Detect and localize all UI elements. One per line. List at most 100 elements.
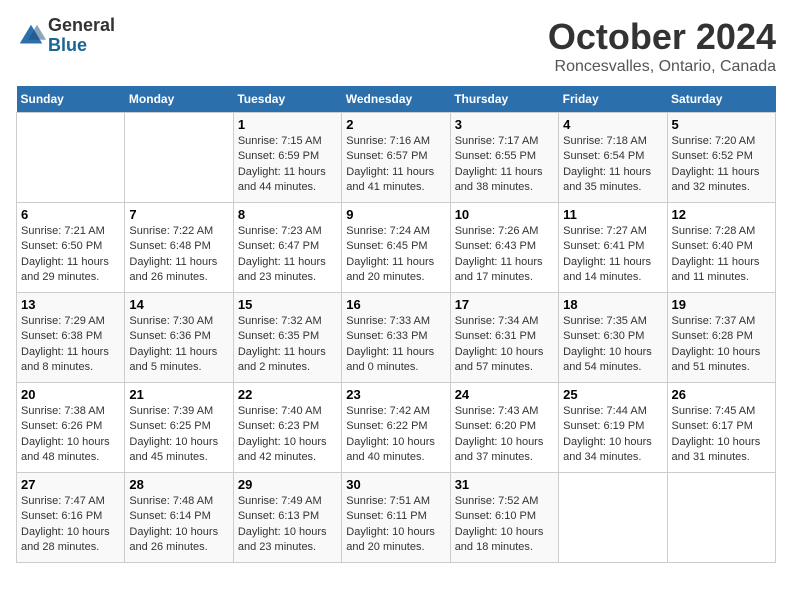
day-info: Sunrise: 7:48 AMSunset: 6:14 PMDaylight:… <box>129 494 228 556</box>
day-number: 28 <box>129 477 228 492</box>
day-info: Sunrise: 7:29 AMSunset: 6:38 PMDaylight:… <box>21 314 120 376</box>
logo-icon <box>16 21 46 51</box>
calendar-week-row: 6Sunrise: 7:21 AMSunset: 6:50 PMDaylight… <box>17 203 776 293</box>
day-info: Sunrise: 7:37 AMSunset: 6:28 PMDaylight:… <box>672 314 771 376</box>
weekday-header-saturday: Saturday <box>667 86 775 113</box>
day-number: 18 <box>563 297 662 312</box>
day-number: 21 <box>129 387 228 402</box>
day-number: 22 <box>238 387 337 402</box>
day-info: Sunrise: 7:51 AMSunset: 6:11 PMDaylight:… <box>346 494 445 556</box>
day-number: 30 <box>346 477 445 492</box>
day-info: Sunrise: 7:49 AMSunset: 6:13 PMDaylight:… <box>238 494 337 556</box>
calendar-cell: 10Sunrise: 7:26 AMSunset: 6:43 PMDayligh… <box>450 203 558 293</box>
day-number: 23 <box>346 387 445 402</box>
calendar-cell: 22 Sunrise: 7:40 AMSunset: 6:23 PMDayligh… <box>233 383 341 473</box>
day-info: Sunrise: 7:34 AMSunset: 6:31 PMDaylight:… <box>455 314 554 376</box>
weekday-header-friday: Friday <box>559 86 667 113</box>
day-info: Sunrise: 7:45 AMSunset: 6:17 PMDaylight:… <box>672 404 771 466</box>
day-info: Sunrise: 7:17 AMSunset: 6:55 PMDaylight:… <box>455 134 554 196</box>
calendar-week-row: 1 Sunrise: 7:15 AMSunset: 6:59 PMDaylight… <box>17 113 776 203</box>
calendar-cell: 11 Sunrise: 7:27 AMSunset: 6:41 PMDayligh… <box>559 203 667 293</box>
day-number: 13 <box>21 297 120 312</box>
day-number: 1 <box>238 117 337 132</box>
calendar-cell: 8Sunrise: 7:23 AMSunset: 6:47 PMDaylight… <box>233 203 341 293</box>
calendar-cell <box>17 113 125 203</box>
day-info: Sunrise: 7:30 AMSunset: 6:36 PMDaylight:… <box>129 314 228 376</box>
calendar-cell: 13 Sunrise: 7:29 AMSunset: 6:38 PMDayligh… <box>17 293 125 383</box>
calendar-cell: 26 Sunrise: 7:45 AMSunset: 6:17 PMDayligh… <box>667 383 775 473</box>
calendar-week-row: 20 Sunrise: 7:38 AMSunset: 6:26 PMDayligh… <box>17 383 776 473</box>
calendar-cell: 3 Sunrise: 7:17 AMSunset: 6:55 PMDaylight… <box>450 113 558 203</box>
calendar-cell: 29 Sunrise: 7:49 AMSunset: 6:13 PMDayligh… <box>233 473 341 563</box>
logo: General Blue <box>16 16 115 56</box>
day-number: 15 <box>238 297 337 312</box>
calendar-cell: 19 Sunrise: 7:37 AMSunset: 6:28 PMDayligh… <box>667 293 775 383</box>
day-number: 14 <box>129 297 228 312</box>
calendar-week-row: 13 Sunrise: 7:29 AMSunset: 6:38 PMDayligh… <box>17 293 776 383</box>
logo-blue-text: Blue <box>48 36 115 56</box>
calendar-table: SundayMondayTuesdayWednesdayThursdayFrid… <box>16 86 776 563</box>
calendar-cell: 4 Sunrise: 7:18 AMSunset: 6:54 PMDaylight… <box>559 113 667 203</box>
day-number: 4 <box>563 117 662 132</box>
calendar-cell: 2 Sunrise: 7:16 AMSunset: 6:57 PMDaylight… <box>342 113 450 203</box>
day-number: 17 <box>455 297 554 312</box>
calendar-cell: 17 Sunrise: 7:34 AMSunset: 6:31 PMDayligh… <box>450 293 558 383</box>
day-number: 27 <box>21 477 120 492</box>
day-number: 19 <box>672 297 771 312</box>
day-number: 16 <box>346 297 445 312</box>
calendar-cell <box>667 473 775 563</box>
calendar-week-row: 27 Sunrise: 7:47 AMSunset: 6:16 PMDayligh… <box>17 473 776 563</box>
day-info: Sunrise: 7:44 AMSunset: 6:19 PMDaylight:… <box>563 404 662 466</box>
day-info: Sunrise: 7:52 AMSunset: 6:10 PMDaylight:… <box>455 494 554 556</box>
day-info: Sunrise: 7:15 AMSunset: 6:59 PMDaylight:… <box>238 134 337 196</box>
day-info: Sunrise: 7:47 AMSunset: 6:16 PMDaylight:… <box>21 494 120 556</box>
day-info: Sunrise: 7:43 AMSunset: 6:20 PMDaylight:… <box>455 404 554 466</box>
logo-general-text: General <box>48 16 115 36</box>
calendar-location: Roncesvalles, Ontario, Canada <box>548 58 776 76</box>
day-number: 3 <box>455 117 554 132</box>
day-info: Sunrise: 7:38 AMSunset: 6:26 PMDaylight:… <box>21 404 120 466</box>
day-number: 25 <box>563 387 662 402</box>
calendar-cell <box>559 473 667 563</box>
day-info: Sunrise: 7:33 AMSunset: 6:33 PMDaylight:… <box>346 314 445 376</box>
calendar-cell: 16 Sunrise: 7:33 AMSunset: 6:33 PMDayligh… <box>342 293 450 383</box>
calendar-cell: 21Sunrise: 7:39 AMSunset: 6:25 PMDayligh… <box>125 383 233 473</box>
calendar-cell: 23 Sunrise: 7:42 AMSunset: 6:22 PMDayligh… <box>342 383 450 473</box>
weekday-header-row: SundayMondayTuesdayWednesdayThursdayFrid… <box>17 86 776 113</box>
title-block: October 2024 Roncesvalles, Ontario, Cana… <box>548 16 776 76</box>
calendar-cell: 9Sunrise: 7:24 AMSunset: 6:45 PMDaylight… <box>342 203 450 293</box>
day-number: 2 <box>346 117 445 132</box>
calendar-title: October 2024 <box>548 16 776 58</box>
day-number: 29 <box>238 477 337 492</box>
weekday-header-sunday: Sunday <box>17 86 125 113</box>
day-number: 20 <box>21 387 120 402</box>
day-info: Sunrise: 7:18 AMSunset: 6:54 PMDaylight:… <box>563 134 662 196</box>
calendar-cell: 5 Sunrise: 7:20 AMSunset: 6:52 PMDaylight… <box>667 113 775 203</box>
day-info: Sunrise: 7:23 AMSunset: 6:47 PMDaylight:… <box>238 224 337 286</box>
calendar-cell: 1 Sunrise: 7:15 AMSunset: 6:59 PMDaylight… <box>233 113 341 203</box>
day-number: 6 <box>21 207 120 222</box>
calendar-cell: 15Sunrise: 7:32 AMSunset: 6:35 PMDayligh… <box>233 293 341 383</box>
day-info: Sunrise: 7:42 AMSunset: 6:22 PMDaylight:… <box>346 404 445 466</box>
day-info: Sunrise: 7:27 AMSunset: 6:41 PMDaylight:… <box>563 224 662 286</box>
day-info: Sunrise: 7:20 AMSunset: 6:52 PMDaylight:… <box>672 134 771 196</box>
day-info: Sunrise: 7:26 AMSunset: 6:43 PMDaylight:… <box>455 224 554 286</box>
calendar-cell: 20 Sunrise: 7:38 AMSunset: 6:26 PMDayligh… <box>17 383 125 473</box>
day-info: Sunrise: 7:24 AMSunset: 6:45 PMDaylight:… <box>346 224 445 286</box>
weekday-header-monday: Monday <box>125 86 233 113</box>
day-info: Sunrise: 7:16 AMSunset: 6:57 PMDaylight:… <box>346 134 445 196</box>
calendar-cell: 12 Sunrise: 7:28 AMSunset: 6:40 PMDayligh… <box>667 203 775 293</box>
day-info: Sunrise: 7:40 AMSunset: 6:23 PMDaylight:… <box>238 404 337 466</box>
calendar-cell: 7Sunrise: 7:22 AMSunset: 6:48 PMDaylight… <box>125 203 233 293</box>
weekday-header-tuesday: Tuesday <box>233 86 341 113</box>
day-number: 5 <box>672 117 771 132</box>
day-info: Sunrise: 7:35 AMSunset: 6:30 PMDaylight:… <box>563 314 662 376</box>
day-number: 26 <box>672 387 771 402</box>
day-number: 24 <box>455 387 554 402</box>
day-info: Sunrise: 7:28 AMSunset: 6:40 PMDaylight:… <box>672 224 771 286</box>
calendar-cell: 14 Sunrise: 7:30 AMSunset: 6:36 PMDayligh… <box>125 293 233 383</box>
day-number: 7 <box>129 207 228 222</box>
day-number: 11 <box>563 207 662 222</box>
calendar-cell: 6Sunrise: 7:21 AMSunset: 6:50 PMDaylight… <box>17 203 125 293</box>
day-number: 12 <box>672 207 771 222</box>
